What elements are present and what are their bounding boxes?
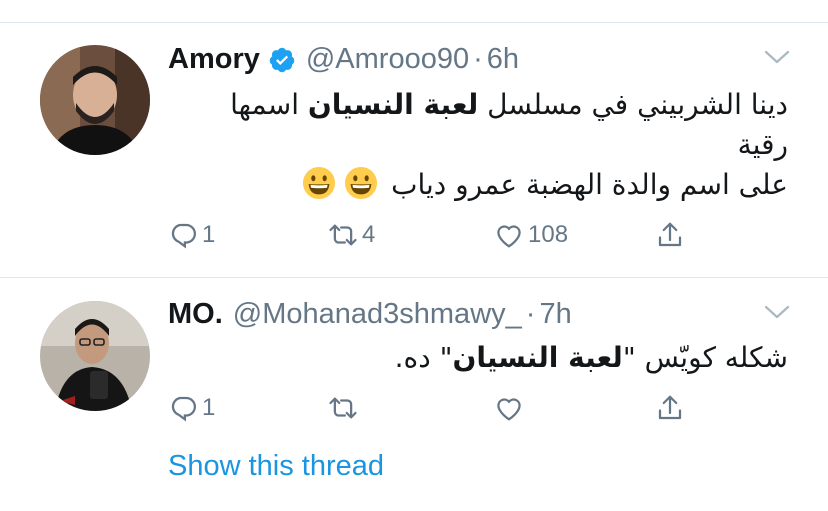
- display-name[interactable]: Amory: [168, 43, 260, 76]
- user-handle[interactable]: @Amrooo90: [306, 43, 469, 76]
- bold-phrase: لعبة النسيان: [452, 341, 623, 374]
- like-button[interactable]: [494, 393, 524, 423]
- reply-button[interactable]: 1: [168, 220, 215, 250]
- retweet-button[interactable]: 4: [328, 220, 375, 250]
- retweet-button[interactable]: [328, 393, 358, 423]
- verified-badge-icon: [269, 47, 295, 72]
- tweet-actions: 1: [168, 393, 708, 429]
- like-count: 108: [528, 221, 569, 248]
- bold-phrase: لعبة النسيان: [307, 88, 479, 121]
- avatar[interactable]: [40, 45, 150, 155]
- share-icon: [658, 222, 682, 247]
- share-icon: [658, 395, 682, 420]
- timestamp[interactable]: 6h: [487, 43, 519, 76]
- tweet-text-line: دينا الشربيني في مسلسل لعبة النسيان اسمه…: [230, 88, 788, 121]
- tweet-text-line: شكله كويّس "لعبة النسيان" ده.: [394, 341, 788, 374]
- tweet-text-line: رقية: [737, 128, 788, 161]
- tweet-text: دينا الشربيني في مسلسل لعبة النسيان اسمه…: [168, 85, 788, 205]
- reply-icon: [171, 223, 196, 249]
- retweet-count: 4: [362, 221, 376, 248]
- chevron-down-icon[interactable]: [764, 49, 790, 65]
- tweet[interactable]: MO. @Mohanad3shmawy_ · 7h شكله كويّس "لع…: [0, 278, 828, 511]
- separator-dot: ·: [473, 43, 483, 75]
- reply-icon: [171, 396, 196, 422]
- show-thread-link[interactable]: Show this thread: [168, 450, 384, 483]
- avatar[interactable]: [40, 301, 150, 411]
- reply-count: 1: [202, 221, 216, 248]
- tweet[interactable]: Amory @Amrooo90 · 6h دينا الشربيني في مس…: [0, 23, 828, 278]
- grinning-emoji-icon: [303, 166, 336, 200]
- tweet-header: MO. @Mohanad3shmawy_ · 7h: [168, 298, 572, 331]
- share-button[interactable]: [655, 393, 685, 423]
- tweet-text: شكله كويّس "لعبة النسيان" ده.: [168, 338, 788, 378]
- reply-button[interactable]: 1: [168, 393, 215, 423]
- display-name[interactable]: MO.: [168, 298, 223, 331]
- timestamp[interactable]: 7h: [539, 298, 571, 331]
- separator-dot: ·: [525, 298, 536, 330]
- tweet-header: Amory @Amrooo90 · 6h: [168, 43, 519, 76]
- retweet-icon: [329, 397, 357, 419]
- retweet-icon: [329, 224, 357, 246]
- tweet-actions: 1 4 108: [168, 220, 708, 256]
- like-icon: [497, 225, 521, 248]
- chevron-down-icon[interactable]: [764, 304, 790, 320]
- like-button[interactable]: 108: [494, 220, 568, 250]
- user-handle[interactable]: @Mohanad3shmawy_: [233, 298, 522, 331]
- reply-count: 1: [202, 394, 216, 421]
- share-button[interactable]: [655, 220, 685, 250]
- grinning-emoji-icon: [345, 166, 378, 200]
- like-icon: [497, 398, 521, 421]
- tweet-text-line: على اسم والدة الهضبة عمرو دياب: [168, 165, 788, 205]
